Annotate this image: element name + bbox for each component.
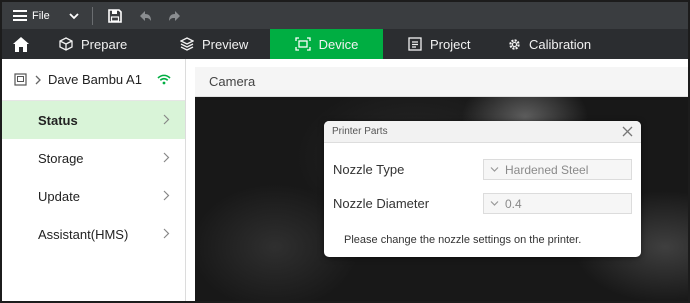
- toolbar-divider: [91, 6, 93, 25]
- main-nav: Prepare Preview Device Project Calibrati…: [2, 29, 688, 59]
- device-sidebar: Dave Bambu A1 Status Storage Update Assi…: [2, 59, 186, 301]
- home-icon: [13, 36, 29, 52]
- sidebar-item-label: Storage: [38, 150, 84, 166]
- device-name: Dave Bambu A1: [48, 72, 142, 87]
- chevron-right-icon: [163, 114, 170, 125]
- layers-icon: [180, 37, 194, 51]
- sidebar-item-label: Update: [38, 188, 80, 204]
- tab-preview[interactable]: Preview: [180, 29, 270, 59]
- camera-header: Camera: [195, 67, 688, 97]
- close-icon[interactable]: [622, 126, 633, 137]
- device-selector[interactable]: Dave Bambu A1: [2, 59, 185, 101]
- sidebar-item-label: Assistant(HMS): [38, 226, 129, 242]
- tab-prepare-label: Prepare: [81, 36, 128, 52]
- chevron-right-icon: [35, 75, 41, 84]
- nozzle-type-value: Hardened Steel: [505, 162, 589, 177]
- sidebar-item-status[interactable]: Status: [2, 101, 185, 139]
- nozzle-diameter-value: 0.4: [505, 196, 522, 211]
- wifi-icon: [157, 74, 171, 85]
- dialog-note: Please change the nozzle settings on the…: [344, 234, 582, 246]
- nozzle-diameter-select[interactable]: 0.4: [483, 193, 632, 214]
- chevron-down-icon: [490, 201, 499, 206]
- chevron-right-icon: [163, 190, 170, 201]
- cube-icon: [59, 37, 73, 51]
- file-menu[interactable]: File: [2, 10, 50, 22]
- tab-calibration-label: Calibration: [529, 36, 592, 52]
- file-menu-label: File: [32, 9, 50, 22]
- tab-preview-label: Preview: [202, 36, 249, 52]
- app-window: File Prepare Preview Device Project Cali…: [0, 0, 690, 303]
- chevron-down-icon[interactable]: [68, 10, 80, 22]
- tab-device-label: Device: [318, 36, 359, 52]
- tab-device[interactable]: Device: [270, 29, 383, 59]
- project-icon: [408, 37, 422, 51]
- device-icon: [294, 37, 311, 51]
- undo-icon[interactable]: [137, 8, 153, 24]
- sidebar-item-label: Status: [38, 112, 78, 128]
- tab-calibration[interactable]: Calibration: [508, 29, 618, 59]
- tab-prepare[interactable]: Prepare: [59, 29, 180, 59]
- printer-parts-dialog: Printer Parts Nozzle Type Hardened Steel…: [324, 121, 641, 257]
- chevron-right-icon: [163, 228, 170, 239]
- menu-icon: [13, 10, 27, 21]
- camera-title: Camera: [209, 74, 256, 89]
- title-bar: File: [2, 2, 688, 29]
- chevron-down-icon: [490, 167, 499, 172]
- redo-icon[interactable]: [167, 8, 183, 24]
- dialog-titlebar: Printer Parts: [324, 121, 641, 143]
- home-button[interactable]: [2, 29, 40, 59]
- gear-icon: [509, 38, 520, 50]
- nozzle-diameter-label: Nozzle Diameter: [333, 196, 430, 211]
- tab-project-label: Project: [430, 36, 471, 52]
- chevron-right-icon: [163, 152, 170, 163]
- dialog-title: Printer Parts: [332, 126, 388, 137]
- save-icon[interactable]: [107, 8, 123, 24]
- sidebar-item-storage[interactable]: Storage: [2, 139, 185, 177]
- tab-project[interactable]: Project: [408, 29, 508, 59]
- sidebar-item-update[interactable]: Update: [2, 177, 185, 215]
- nozzle-type-label: Nozzle Type: [333, 162, 405, 177]
- nozzle-type-select[interactable]: Hardened Steel: [483, 159, 632, 180]
- sidebar-item-assistant[interactable]: Assistant(HMS): [2, 215, 185, 253]
- printer-icon: [14, 73, 27, 86]
